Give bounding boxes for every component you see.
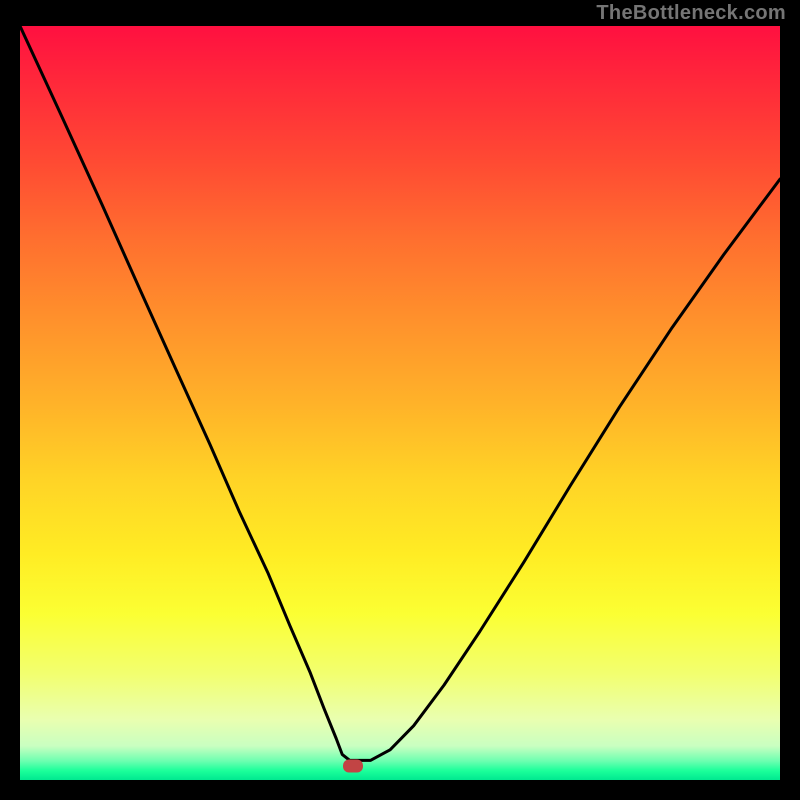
curve-path <box>20 26 780 760</box>
bottleneck-curve <box>20 26 780 780</box>
optimal-marker <box>343 760 363 773</box>
watermark-text: TheBottleneck.com <box>596 2 786 25</box>
plot-frame <box>20 26 780 780</box>
chart-stage: TheBottleneck.com <box>0 0 800 800</box>
